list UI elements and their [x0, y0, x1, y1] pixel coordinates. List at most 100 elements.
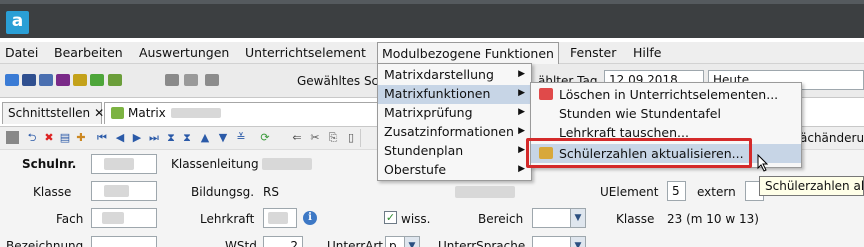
up-icon[interactable]: ▲ — [198, 131, 212, 145]
menu-fenster[interactable]: Fenster — [570, 45, 616, 60]
schulnr-value-blurred — [104, 158, 134, 170]
copy-icon[interactable] — [165, 74, 179, 86]
delete-icon[interactable]: ✖ — [42, 131, 56, 145]
note-icon[interactable] — [56, 74, 70, 86]
close-icon[interactable]: ✕ — [94, 106, 104, 120]
menu-item-label: Stundenplan — [384, 143, 464, 158]
menu-item-label: Zusatzinformationen — [384, 124, 514, 139]
menu-item-loeschen[interactable]: Löschen in Unterrichtselementen... — [531, 85, 801, 104]
wstd-field[interactable]: 2 — [263, 236, 303, 247]
menu-item-label: Matrixprüfung — [384, 105, 473, 120]
uelement-field[interactable]: 5 — [667, 181, 686, 201]
menu-item-stundenplan[interactable]: Stundenplan ▶ — [378, 142, 531, 161]
down-icon[interactable]: ▼ — [216, 131, 230, 145]
selected-label: Gewähltes Sch — [297, 74, 386, 88]
copy-record-icon[interactable]: ▤ — [58, 131, 72, 145]
extern-label: extern — [697, 185, 736, 199]
menu-hilfe[interactable]: Hilfe — [633, 45, 661, 60]
klasse-right-value: 23 (m 10 w 13) — [667, 212, 759, 226]
menu-item-oberstufe[interactable]: Oberstufe ▶ — [378, 161, 531, 180]
list-icon[interactable] — [39, 74, 53, 86]
nav-icon-6[interactable]: ⧗ — [180, 131, 194, 145]
menu-auswertungen[interactable]: Auswertungen — [139, 45, 229, 60]
delete-elements-icon — [539, 88, 553, 100]
chevron-down-icon[interactable]: ▼ — [570, 209, 585, 227]
menu-item-matrixpruefung[interactable]: Matrixprüfung ▶ — [378, 104, 531, 123]
export-icon[interactable] — [108, 74, 122, 86]
menu-bearbeiten[interactable]: Bearbeiten — [54, 45, 123, 60]
bezeichnung-label: Bezeichnung — [6, 239, 84, 247]
submenu-item-label: Löschen in Unterrichtselementen... — [559, 87, 779, 102]
info-icon[interactable]: i — [303, 211, 317, 225]
undo-icon[interactable]: ⮌ — [25, 131, 39, 145]
menu-item-stunden-wie-stundentafel[interactable]: Stunden wie Stundentafel — [531, 104, 801, 123]
menu-item-label: Matrixdarstellung — [384, 67, 494, 82]
wiss-checkbox[interactable]: ✓ — [384, 211, 397, 224]
klasse-field[interactable] — [91, 181, 157, 201]
paste-icon[interactable]: ⎘ — [326, 131, 340, 145]
sort-icon[interactable]: ≚ — [234, 131, 248, 145]
schulnr-field[interactable] — [91, 154, 157, 174]
tooltip: Schülerzahlen akt — [759, 176, 864, 196]
unterrsprache-label: UnterrSprache — [438, 239, 526, 247]
title-bar: a — [0, 0, 864, 38]
grid-icon[interactable] — [22, 74, 36, 86]
menu-item-matrixfunktionen[interactable]: Matrixfunktionen ▶ — [378, 85, 531, 104]
chevron-right-icon: ▶ — [518, 164, 525, 174]
back-icon[interactable]: ⇐ — [290, 131, 304, 145]
module-functions-menu: Matrixdarstellung ▶ Matrixfunktionen ▶ M… — [377, 63, 532, 181]
fach-value-blurred — [102, 212, 124, 224]
bildungsg-value: RS — [263, 185, 279, 199]
fach-field[interactable] — [91, 208, 157, 228]
tab-schnittstellen[interactable]: Schnittstellen ✕ — [2, 102, 104, 124]
chevron-down-icon[interactable]: ▼ — [404, 237, 419, 247]
previous-icon[interactable]: ◀ — [113, 131, 127, 145]
menu-item-label: Matrixfunktionen — [384, 86, 491, 101]
bereich-select[interactable]: ▼ — [532, 208, 586, 228]
new-record-icon[interactable]: ✚ — [74, 131, 88, 145]
bezeichnung-field[interactable] — [91, 236, 157, 247]
uelement-label: UElement — [600, 185, 659, 199]
save-icon[interactable] — [6, 131, 19, 144]
timetable-icon[interactable] — [5, 74, 19, 86]
matrix-tab-icon — [111, 107, 124, 119]
unterrart-select[interactable]: p ▼ — [385, 236, 420, 247]
chevron-down-icon[interactable]: ▼ — [570, 237, 585, 247]
unterrsprache-select[interactable]: ▼ — [532, 236, 586, 247]
klasse-value-blurred — [104, 185, 129, 197]
folder-icon[interactable] — [73, 74, 87, 86]
right-hint: ächänderun — [800, 131, 864, 145]
klassenleitung-value-blurred — [262, 158, 312, 170]
tab-matrix-name-blurred — [171, 108, 221, 118]
tooltip-text: Schülerzahlen akt — [765, 179, 864, 193]
last-icon[interactable]: ⏭ — [147, 131, 161, 145]
unterrart-label: UnterrArt — [327, 239, 383, 247]
lightning-icon[interactable] — [205, 74, 219, 86]
chevron-right-icon: ▶ — [518, 145, 525, 155]
tab-matrix-label: Matrix — [128, 106, 166, 120]
next-icon[interactable]: ▶ — [130, 131, 144, 145]
doc-icon[interactable]: ▯ — [344, 131, 358, 145]
menu-modulbezogene-funktionen[interactable]: Modulbezogene Funktionen — [377, 42, 559, 64]
tab-matrix[interactable]: Matrix — [104, 102, 378, 124]
menu-item-label: Oberstufe — [384, 162, 447, 177]
nav-icon-5[interactable]: ⧗ — [164, 131, 178, 145]
first-icon[interactable]: ⏮ — [95, 131, 109, 145]
cut-icon[interactable]: ✂ — [308, 131, 322, 145]
menu-item-zusatzinformationen[interactable]: Zusatzinformationen ▶ — [378, 123, 531, 142]
lehrkraft-field[interactable] — [263, 208, 297, 228]
fach-label: Fach — [56, 212, 84, 226]
klasse-label: Klasse — [33, 185, 72, 199]
lehrkraft-label: Lehrkraft — [200, 212, 255, 226]
unterrart-value: p — [389, 239, 397, 247]
app-logo-icon: a — [6, 11, 29, 34]
refresh-icon[interactable]: ⟳ — [258, 131, 272, 145]
menu-datei[interactable]: Datei — [5, 45, 38, 60]
chart-icon[interactable] — [90, 74, 104, 86]
menu-item-matrixdarstellung[interactable]: Matrixdarstellung ▶ — [378, 66, 531, 85]
divider — [360, 129, 361, 147]
klasse-right-label: Klasse — [616, 212, 655, 226]
mouse-cursor-icon — [757, 154, 769, 172]
window-icon[interactable] — [184, 74, 198, 86]
menu-unterrichtselement[interactable]: Unterrichtselement — [245, 45, 366, 60]
